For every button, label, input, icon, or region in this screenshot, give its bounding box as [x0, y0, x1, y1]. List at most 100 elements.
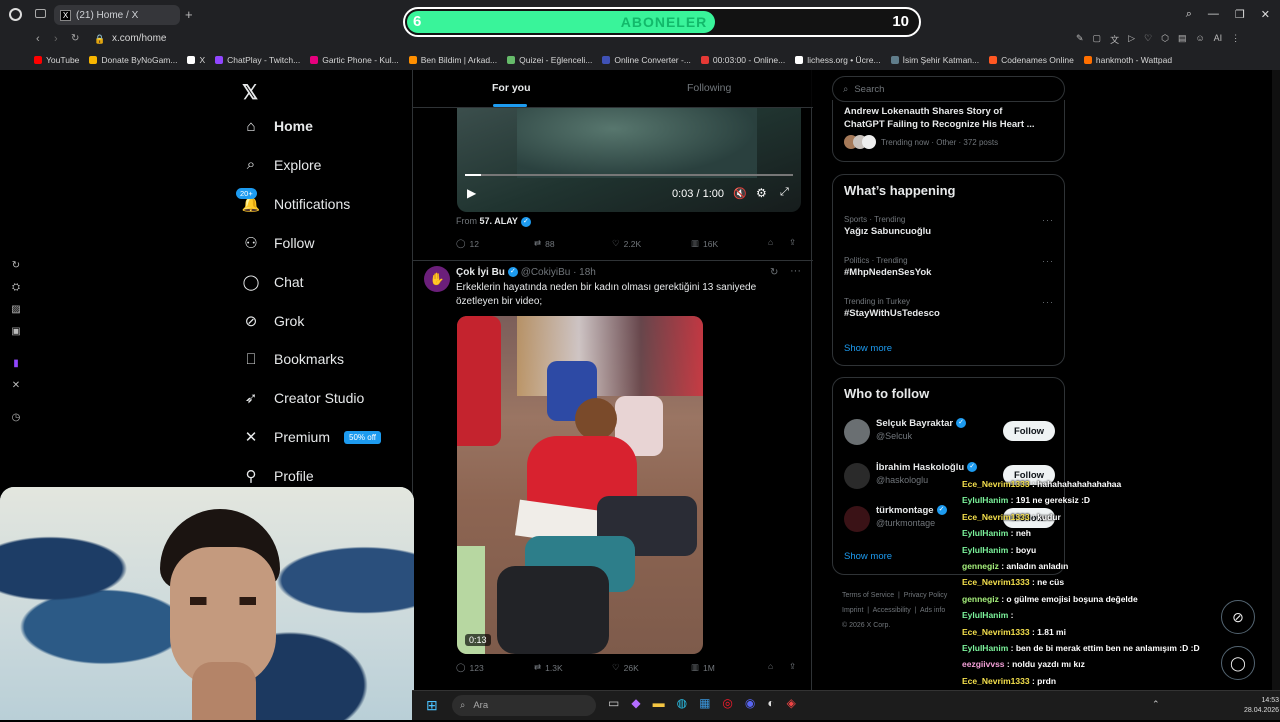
video-player[interactable]: ▶ 0:03 / 1:00 🔇 ⚙ ⤢	[457, 108, 801, 212]
clock-icon[interactable]: ◷	[10, 412, 22, 424]
nav-item-notifications[interactable]: 🔔 20+ Notifications	[236, 187, 350, 213]
footer-link[interactable]: Imprint	[842, 607, 863, 614]
news-card[interactable]: Andrew Lokenauth Shares Story of ChatGPT…	[832, 100, 1065, 162]
discord-icon[interactable]: ◉	[745, 696, 755, 710]
nav-item-profile[interactable]: ⚲ Profile	[242, 467, 314, 485]
bookmark-item[interactable]: Ben Bildim | Arkad...	[408, 55, 497, 65]
bookmark-item[interactable]: Codenames Online	[989, 55, 1074, 65]
maximize-icon[interactable]: ❐	[1235, 8, 1245, 21]
bookmark-item[interactable]: Quizei - Eğlenceli...	[507, 55, 592, 65]
taskbar-search[interactable]: ⌕ Ara	[452, 695, 596, 716]
obs-icon[interactable]: ◐	[767, 696, 774, 710]
nav-item-home[interactable]: ⌂ Home	[242, 117, 312, 135]
trend-more-icon[interactable]: ···	[1042, 256, 1054, 266]
tab-home-x[interactable]: X (21) Home / X	[54, 5, 180, 25]
views-button[interactable]: ▥ 1M	[691, 662, 715, 673]
follow-button[interactable]: Follow	[1003, 421, 1055, 441]
copilot-icon[interactable]: ◆	[631, 696, 640, 710]
snapshot-icon[interactable]: ▢	[1093, 33, 1102, 46]
bookmark-icon[interactable]: ⌂	[768, 237, 773, 247]
show-more-link[interactable]: Show more	[844, 343, 892, 354]
start-icon[interactable]: ⊞	[426, 697, 438, 714]
menu-icon[interactable]: ⋮	[1231, 33, 1240, 46]
fullscreen-icon[interactable]: ⤢	[780, 186, 789, 199]
play-icon[interactable]: ▶	[467, 186, 476, 200]
settings-icon[interactable]: ⚙	[756, 186, 767, 200]
x-logo-icon[interactable]: 𝕏	[242, 80, 258, 105]
bookmark-item[interactable]: YouTube	[34, 55, 79, 65]
x-sidebar-icon[interactable]: ✕	[10, 380, 22, 392]
nav-item-premium[interactable]: ✕ Premium 50% off	[242, 428, 381, 446]
video-progress-bar[interactable]	[465, 174, 793, 176]
post-more-icon[interactable]: ···	[790, 265, 801, 277]
aria-icon[interactable]: ⛭	[10, 282, 22, 294]
tab-for-you[interactable]: For you	[492, 82, 531, 94]
back-icon[interactable]: ‹	[36, 33, 40, 45]
mute-icon[interactable]: 🔇	[733, 187, 747, 200]
bookmark-item[interactable]: Online Converter -...	[602, 55, 691, 65]
footer-link[interactable]: Privacy Policy	[904, 592, 948, 599]
author-handle[interactable]: @CokiyiBu	[521, 267, 571, 278]
translate-icon[interactable]: 文	[1110, 33, 1119, 46]
address-url[interactable]: x.com/home	[112, 33, 166, 44]
bookmark-item[interactable]: İsim Şehir Katman...	[890, 55, 979, 65]
post-video[interactable]: 0:13	[457, 316, 703, 654]
footer-link[interactable]: Terms of Service	[842, 592, 894, 599]
new-tab-button[interactable]: +	[185, 7, 193, 22]
close-icon[interactable]: ✕	[1261, 8, 1270, 21]
app-icon[interactable]: ◈	[787, 696, 796, 710]
trend-item[interactable]: Politics · Trending #MhpNedenSesYok	[844, 256, 1054, 278]
task-view-icon[interactable]: ▭	[608, 696, 619, 710]
nav-item-grok[interactable]: ⊘ Grok	[242, 312, 305, 330]
trend-item[interactable]: Trending in Turkey #StayWithUsTedesco	[844, 297, 1054, 319]
reply-button[interactable]: ◯ 12	[456, 238, 479, 249]
history-icon[interactable]: ↻	[10, 260, 22, 272]
nav-item-bookmarks[interactable]: ⎕ Bookmarks	[242, 350, 344, 368]
flow-icon[interactable]: ▷	[1128, 33, 1135, 46]
share-icon[interactable]: ⇪	[789, 237, 796, 248]
grok-post-icon[interactable]: ↻	[770, 267, 778, 278]
author-name[interactable]: Çok İyi Bu	[456, 267, 505, 278]
nav-item-follow[interactable]: ⚇ Follow	[242, 234, 314, 252]
reply-button[interactable]: ◯ 123	[456, 662, 484, 673]
opera-icon[interactable]: ◎	[722, 696, 732, 710]
extensions-icon[interactable]: ⬡	[1161, 33, 1169, 46]
avatar[interactable]	[844, 419, 870, 445]
chat-fab-button[interactable]: ◯	[1221, 646, 1255, 680]
bookmark-item[interactable]: X	[187, 55, 205, 65]
from-user[interactable]: 57. ALAY	[480, 216, 518, 226]
reload-icon[interactable]: ↻	[71, 33, 79, 44]
bookmark-item[interactable]: lichess.org • Ücre...	[795, 55, 881, 65]
tab-following[interactable]: Following	[687, 82, 731, 94]
heart-icon[interactable]: ♡	[1144, 33, 1152, 46]
footer-link[interactable]: Ads info	[920, 607, 945, 614]
bookmark-item[interactable]: Donate ByNoGam...	[89, 55, 177, 65]
repost-button[interactable]: ⇄ 1.3K	[534, 662, 563, 673]
bookmark-item[interactable]: ChatPlay - Twitch...	[215, 55, 300, 65]
nav-item-creator-studio[interactable]: ➶ Creator Studio	[242, 389, 365, 407]
trend-more-icon[interactable]: ···	[1042, 215, 1054, 225]
views-button[interactable]: ▥ 16K	[691, 238, 718, 249]
share-icon[interactable]: ⇪	[789, 661, 796, 672]
search-tabs-icon[interactable]: ⌕	[1186, 8, 1192, 21]
avatar[interactable]	[844, 506, 870, 532]
nav-item-explore[interactable]: ⌕ Explore	[242, 156, 322, 174]
trend-more-icon[interactable]: ···	[1042, 297, 1054, 307]
show-more-link[interactable]: Show more	[844, 551, 892, 562]
clock[interactable]: 14:53 28.04.2026	[1244, 696, 1279, 716]
like-button[interactable]: ♡ 2.2K	[612, 238, 641, 249]
twitch-icon[interactable]: ▮	[10, 358, 22, 370]
file-explorer-icon[interactable]: ▬	[653, 696, 665, 710]
wallet-icon[interactable]: ▤	[1178, 33, 1187, 46]
bookmark-item[interactable]: Gartic Phone - Kul...	[310, 55, 399, 65]
footer-link[interactable]: Accessibility	[873, 607, 911, 614]
page-scrollbar[interactable]	[1272, 70, 1280, 690]
nav-item-chat[interactable]: ◯ Chat	[242, 273, 304, 291]
opera-logo-icon[interactable]	[9, 8, 22, 21]
repost-button[interactable]: ⇄ 88	[534, 238, 555, 249]
pin-icon[interactable]: ✎	[1076, 33, 1084, 46]
workspace-icon[interactable]: ▣	[10, 326, 22, 338]
suggested-user[interactable]: türkmontage ✓ @turkmontage	[876, 505, 947, 528]
minimize-icon[interactable]: —	[1208, 8, 1219, 21]
avatar[interactable]	[844, 463, 870, 489]
